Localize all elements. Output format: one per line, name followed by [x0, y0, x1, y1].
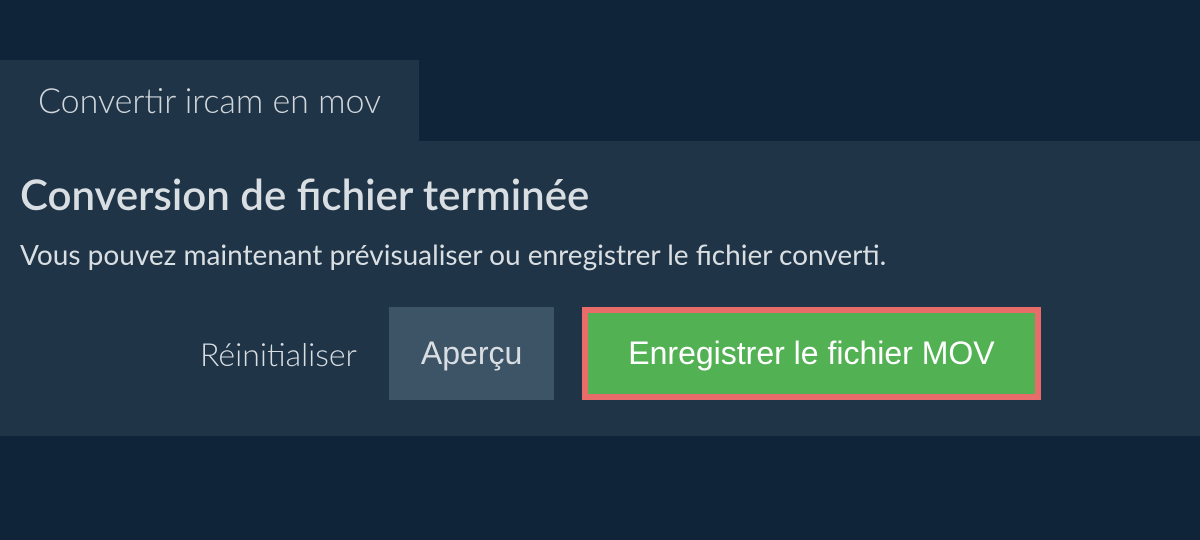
app-container: Convertir ircam en mov Conversion de fic…: [0, 0, 1200, 436]
save-button[interactable]: Enregistrer le fichier MOV: [588, 313, 1034, 394]
preview-label: Aperçu: [421, 335, 522, 371]
tab-convert[interactable]: Convertir ircam en mov: [0, 60, 419, 141]
reset-label: Réinitialiser: [200, 334, 357, 373]
tab-label: Convertir ircam en mov: [38, 80, 381, 121]
save-label: Enregistrer le fichier MOV: [628, 335, 994, 371]
content-panel: Conversion de fichier terminée Vous pouv…: [0, 141, 1200, 436]
button-row: Réinitialiser Aperçu Enregistrer le fich…: [20, 307, 1180, 400]
conversion-complete-heading: Conversion de fichier terminée: [20, 169, 1180, 219]
preview-button[interactable]: Aperçu: [389, 307, 554, 400]
conversion-complete-subheading: Vous pouvez maintenant prévisualiser ou …: [20, 237, 1180, 271]
reset-button[interactable]: Réinitialiser: [200, 307, 361, 400]
tab-bar: Convertir ircam en mov: [0, 60, 1200, 141]
save-button-highlight: Enregistrer le fichier MOV: [582, 307, 1040, 400]
